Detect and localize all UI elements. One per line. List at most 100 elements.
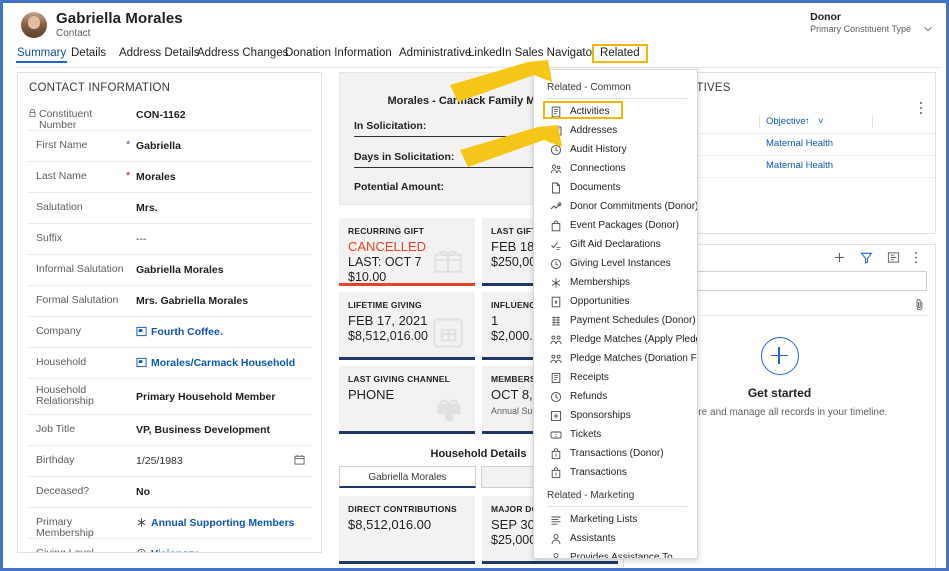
sort-ascending-icon[interactable]: ↑ (805, 116, 810, 127)
menu-item-memberships[interactable]: Memberships (534, 274, 697, 293)
tab-address-changes[interactable]: Address Changes (194, 45, 291, 63)
menu-item-sponsorships[interactable]: Sponsorships (534, 407, 697, 426)
menu-item-transactions-donor[interactable]: Transactions (Donor) (534, 445, 697, 464)
menu-item-label: Gift Aid Declarations (570, 239, 661, 250)
screenshot-frame: Gabriella Morales Contact Donor Primary … (0, 0, 949, 571)
attachment-icon[interactable] (915, 298, 925, 311)
kpi-card-recurring-gift[interactable]: RECURRING GIFT CANCELLED LAST: OCT 7 $10… (339, 218, 475, 286)
kpi-status: CANCELLED (348, 239, 427, 254)
documents-icon (550, 182, 562, 194)
timeline-toolbar (833, 251, 927, 264)
contact-field-list: Constituent Number CON-1162 First Name *… (18, 100, 321, 553)
contact-information-card: CONTACT INFORMATION Constituent Number C… (17, 72, 322, 553)
field-label: Constituent Number (39, 108, 93, 131)
menu-item-label: Event Packages (Donor) (570, 220, 679, 231)
opportunity-row-label: Days in Solicitation: (354, 151, 455, 163)
menu-item-documents[interactable]: Documents (534, 179, 697, 198)
kpi-line1: $8,512,016.00 (348, 517, 432, 532)
menu-item-pledge-matches-donation[interactable]: Pledge Matches (Donation From) (534, 350, 697, 369)
lock-icon (28, 108, 37, 118)
menu-item-opportunities[interactable]: Opportunities (534, 293, 697, 312)
lifetime-giving-icon (427, 311, 469, 353)
divider (547, 506, 687, 507)
menu-item-marketing-lists[interactable]: Marketing Lists (534, 511, 697, 530)
field-value[interactable]: Gabriella (136, 140, 181, 152)
field-value[interactable]: VP, Business Development (136, 424, 270, 436)
menu-item-pledge-matches-apply[interactable]: Pledge Matches (Apply Pledge To) (534, 331, 697, 350)
menu-item-activities[interactable]: Activities (534, 101, 697, 122)
chevron-down-icon[interactable] (923, 24, 933, 34)
tab-donation-information[interactable]: Donation Information (282, 45, 395, 63)
kpi-label: LAST GIVING CHANNEL (348, 374, 451, 384)
sort-icon[interactable] (887, 251, 900, 264)
menu-item-provides-assistance-to[interactable]: Provides Assistance To (534, 549, 697, 558)
field-value-link[interactable]: Morales/Carmack Household (151, 357, 295, 369)
menu-item-label: Pledge Matches (Donation From) (570, 353, 697, 364)
add-circle-icon[interactable] (760, 337, 799, 375)
menu-item-label: Activities (570, 106, 610, 117)
field-job-title: Job Title VP, Business Development (28, 415, 313, 446)
field-suffix: Suffix --- (28, 224, 313, 255)
field-value[interactable]: Mrs. (136, 202, 158, 214)
chevron-down-icon[interactable]: ˅ (818, 116, 824, 127)
tab-related[interactable]: Related (592, 44, 648, 63)
household-card-direct-contributions[interactable]: DIRECT CONTRIBUTIONS $8,512,016.00 (339, 496, 475, 564)
kpi-sub: Annual Sup (491, 406, 538, 416)
menu-item-transactions[interactable]: Transactions (534, 464, 697, 483)
field-value[interactable]: Mrs. Gabriella Morales (136, 295, 248, 307)
field-label: Salutation (36, 201, 83, 213)
field-value[interactable]: 1/25/1983 (136, 455, 183, 467)
menu-item-label: Memberships (570, 277, 631, 288)
arrow-to-related-tab (450, 60, 552, 102)
field-label: Suffix (36, 232, 63, 244)
menu-item-gift-aid-declarations[interactable]: Gift Aid Declarations (534, 236, 697, 255)
sponsorships-icon (550, 410, 562, 422)
menu-item-payment-schedules[interactable]: Payment Schedules (Donor) (534, 312, 697, 331)
field-value[interactable]: --- (136, 233, 147, 245)
column-divider (872, 115, 873, 128)
menu-item-receipts[interactable]: Receipts (534, 369, 697, 388)
field-value[interactable]: Morales (136, 171, 176, 183)
household-tab-gabriella-morales[interactable]: Gabriella Morales (339, 466, 476, 488)
menu-item-label: Addresses (570, 125, 618, 136)
kpi-card-last-giving-channel[interactable]: LAST GIVING CHANNEL PHONE (339, 366, 475, 434)
menu-item-tickets[interactable]: Tickets (534, 426, 697, 445)
field-value[interactable]: CON-1162 (136, 109, 186, 121)
filter-icon[interactable] (860, 251, 873, 264)
tab-summary[interactable]: Summary (14, 45, 69, 63)
calendar-icon[interactable] (294, 454, 305, 465)
field-value-link[interactable]: Fourth Coffee. (151, 326, 223, 338)
menu-item-label: Documents (570, 182, 621, 193)
field-label: Deceased? (36, 485, 90, 497)
donor-commitments-icon (550, 201, 562, 213)
field-value-link[interactable]: Visionary (151, 548, 198, 552)
more-options-icon[interactable] (914, 251, 927, 264)
field-household: Household Morales/Carmack Household (28, 348, 313, 379)
kpi-card-lifetime-giving[interactable]: LIFETIME GIVING FEB 17, 2021 $8,512,016.… (339, 292, 475, 360)
menu-item-label: Assistants (570, 533, 616, 544)
menu-item-label: Audit History (570, 144, 627, 155)
cell-objective[interactable]: Maternal Health (766, 138, 833, 149)
add-icon[interactable] (833, 251, 846, 264)
tab-address-details[interactable]: Address Details (116, 45, 203, 63)
cell-objective[interactable]: Maternal Health (766, 160, 833, 171)
transactions-icon (550, 467, 562, 479)
menu-item-assistants[interactable]: Assistants (534, 530, 697, 549)
field-value[interactable]: Gabriella Morales (136, 264, 224, 276)
menu-item-event-packages[interactable]: Event Packages (Donor) (534, 217, 697, 236)
column-header-objective[interactable]: Objective (766, 116, 806, 127)
tab-details[interactable]: Details (68, 45, 109, 63)
field-first-name: First Name * Gabriella (28, 131, 313, 162)
field-value[interactable]: No (136, 486, 150, 498)
field-value[interactable]: Primary Household Member (136, 391, 275, 403)
field-value-link[interactable]: Annual Supporting Members (151, 517, 295, 529)
marketing-lists-icon (550, 514, 562, 526)
menu-item-giving-level-instances[interactable]: Giving Level Instances (534, 255, 697, 274)
menu-item-refunds[interactable]: Refunds (534, 388, 697, 407)
menu-item-label: Donor Commitments (Donor) (570, 201, 698, 212)
divider (547, 98, 687, 99)
membership-icon (136, 517, 147, 528)
menu-item-donor-commitments[interactable]: Donor Commitments (Donor) (534, 198, 697, 217)
field-label: Giving Level (36, 547, 94, 553)
field-primary-membership: Primary Membership Annual Supporting Mem… (28, 508, 313, 539)
